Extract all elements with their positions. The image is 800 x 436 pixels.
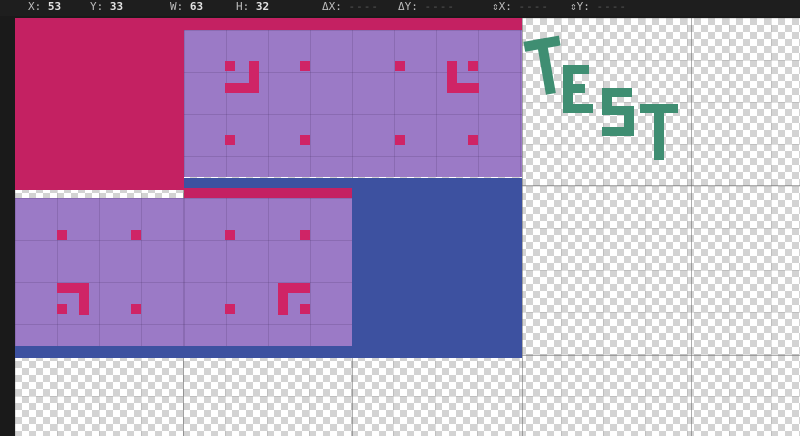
tile-canvas[interactable]: [15, 18, 800, 436]
tile-dot-mark: [300, 230, 310, 240]
lavender-tile[interactable]: [184, 30, 352, 177]
width-readout: W: 63: [170, 0, 204, 13]
tile-dot-mark: [225, 230, 235, 240]
letter-e: [563, 65, 593, 113]
delta-y-readout: ΔY: ----: [398, 0, 455, 13]
tile-dot-mark: [300, 135, 310, 145]
tile-dot-mark: [395, 61, 405, 71]
tile-dot-mark: [131, 230, 141, 240]
y-readout: Y: 33: [90, 0, 124, 13]
tile-dot-mark: [225, 304, 235, 314]
corner-bracket-top-left: [278, 283, 310, 315]
lavender-tile[interactable]: [184, 198, 352, 346]
corner-bracket-top-right: [57, 283, 89, 315]
info-bar: X: 53 Y: 33 W: 63 H: 32 ΔX: ---- ΔY: ---…: [0, 0, 800, 16]
lavender-tile[interactable]: [15, 198, 184, 346]
tile-dot-mark: [395, 135, 405, 145]
crimson-strip[interactable]: [184, 18, 522, 30]
navy-tile[interactable]: [352, 178, 522, 358]
grid-line-v: [691, 18, 692, 436]
crimson-tile[interactable]: [15, 18, 184, 190]
tile-dot-mark: [300, 61, 310, 71]
tile-dot-mark: [468, 135, 478, 145]
anchor-y-readout: ⇕Y: ----: [570, 0, 627, 13]
delta-x-readout: ΔX: ----: [322, 0, 379, 13]
tile-dot-mark: [57, 230, 67, 240]
lavender-tile[interactable]: [352, 30, 522, 177]
corner-bracket-bottom-right: [225, 61, 259, 93]
letter-t: [640, 104, 680, 160]
x-readout: X: 53: [28, 0, 62, 13]
navy-strip-bottom[interactable]: [15, 346, 355, 358]
navy-strip[interactable]: [184, 178, 354, 188]
tile-dot-mark: [225, 135, 235, 145]
letter-s: [602, 88, 634, 136]
tile-dot-mark: [131, 304, 141, 314]
anchor-x-readout: ⇕X: ----: [492, 0, 549, 13]
crimson-edge[interactable]: [184, 188, 352, 198]
corner-bracket-bottom-left: [447, 61, 479, 93]
grid-line-v: [522, 18, 523, 436]
height-readout: H: 32: [236, 0, 270, 13]
